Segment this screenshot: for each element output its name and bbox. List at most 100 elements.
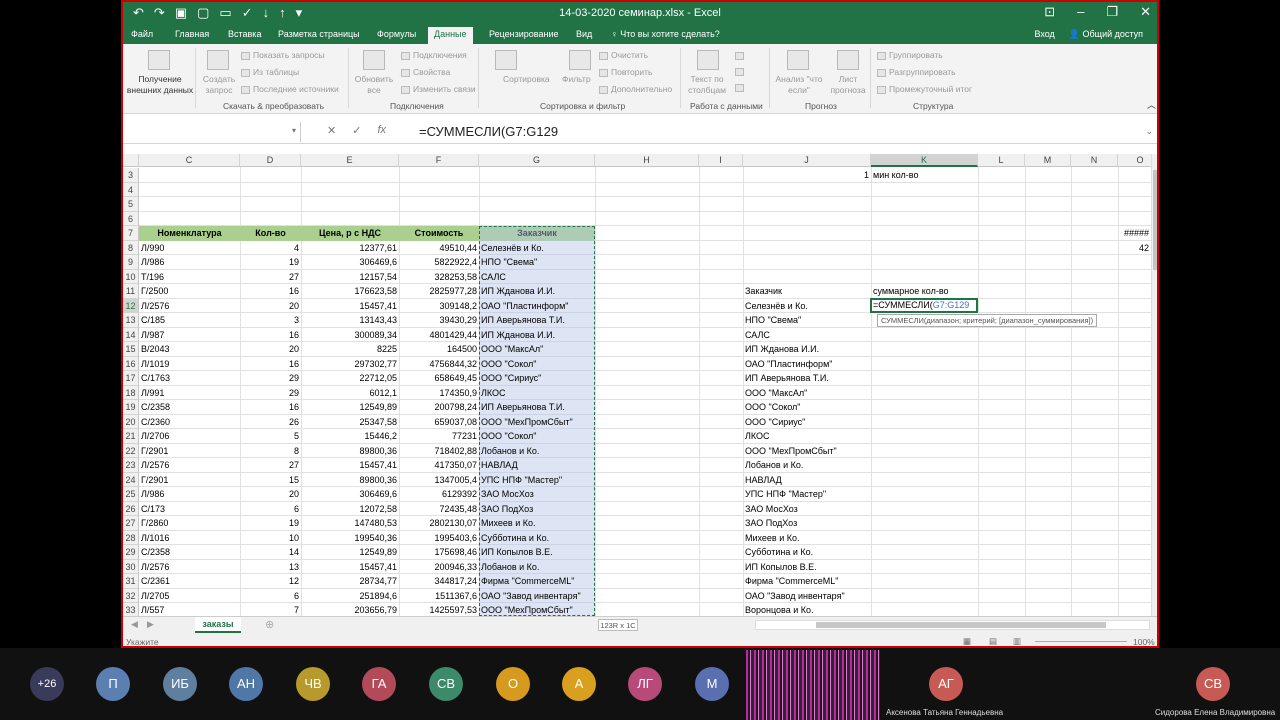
tab-view[interactable]: Вид [576,29,592,39]
cell-nomenclature[interactable]: Л/987 [139,328,240,343]
cell-nomenclature[interactable]: Л/2576 [139,560,240,575]
row-header-8[interactable]: 8 [123,240,139,255]
what-if-button[interactable]: Анализ "что если" [774,74,824,96]
customer-list-item[interactable]: ООО "МехПромСбыт" [743,444,871,459]
cell-nomenclature[interactable]: Г/2860 [139,516,240,531]
row-header-4[interactable]: 4 [123,182,139,197]
row-header-27[interactable]: 27 [123,516,139,531]
cell-quantity[interactable]: 6 [240,502,301,517]
advanced-button[interactable]: Дополнительно [599,84,672,94]
formula-input[interactable]: =СУММЕСЛИ(G7:G129 [419,124,558,139]
cell-nomenclature[interactable]: Л/1019 [139,357,240,372]
cell-nomenclature[interactable]: Л/991 [139,386,240,401]
customer-list-item[interactable]: ЛКОС [743,429,871,444]
cell-nomenclature[interactable]: Г/2901 [139,444,240,459]
customer-list-item[interactable]: ИП Копылов В.Е. [743,560,871,575]
connections-button[interactable]: Подключения [401,50,467,60]
cell-price[interactable]: 147480,53 [301,516,399,531]
refresh-all-button[interactable]: Обновить все [353,74,395,96]
cell-quantity[interactable]: 5 [240,429,301,444]
cell-price[interactable]: 12157,54 [301,270,399,285]
cell-nomenclature[interactable]: С/2358 [139,400,240,415]
cell-customer[interactable]: САЛС [479,270,595,285]
cell-nomenclature[interactable]: Л/2576 [139,299,240,314]
table-header-f[interactable]: Стоимость [399,226,479,241]
cell-customer[interactable]: ООО "МехПромСбыт" [479,603,595,616]
cell-o7[interactable]: ##### [1118,226,1151,241]
cell-price[interactable]: 15457,41 [301,299,399,314]
edit-links-button[interactable]: Изменить связи [401,84,476,94]
cell-quantity[interactable]: 16 [240,284,301,299]
participant-avatar[interactable]: СВ [429,667,463,701]
cell-price[interactable]: 15457,41 [301,560,399,575]
cell-price[interactable]: 300089,34 [301,328,399,343]
row-header-9[interactable]: 9 [123,255,139,270]
cell-customer[interactable]: ООО "Сокол" [479,357,595,372]
next-sheet-icon[interactable]: ▶ [147,619,154,630]
cell-cost[interactable]: 77231 [399,429,479,444]
cell-quantity[interactable]: 7 [240,603,301,616]
cell-cost[interactable]: 164500 [399,342,479,357]
cell-nomenclature[interactable]: В/2043 [139,342,240,357]
filter-button[interactable]: Фильтр [562,74,591,84]
cell-quantity[interactable]: 12 [240,574,301,589]
row-header-14[interactable]: 14 [123,327,139,342]
row-header-17[interactable]: 17 [123,371,139,386]
cell-cost[interactable]: 718402,88 [399,444,479,459]
new-sheet-icon[interactable]: ⊕ [265,618,274,631]
participant-avatar[interactable]: М [695,667,729,701]
cell-customer[interactable]: Михеев и Ко. [479,516,595,531]
cell-quantity[interactable]: 29 [240,386,301,401]
row-header-12[interactable]: 12 [123,298,139,313]
row-header-16[interactable]: 16 [123,356,139,371]
cell-price[interactable]: 199540,36 [301,531,399,546]
cell-price[interactable]: 13143,43 [301,313,399,328]
column-header-o[interactable]: O [1118,154,1151,167]
cell-cost[interactable]: 1511367,6 [399,589,479,604]
row-header-15[interactable]: 15 [123,342,139,357]
tell-me[interactable]: ♀ Что вы хотите сделать? [611,29,720,39]
cell-quantity[interactable]: 10 [240,531,301,546]
row-header-24[interactable]: 24 [123,472,139,487]
group-button[interactable]: Группировать [877,50,943,60]
cell-cost[interactable]: 200946,33 [399,560,479,575]
row-header-20[interactable]: 20 [123,414,139,429]
row-header-6[interactable]: 6 [123,211,139,226]
participant-avatar[interactable]: +26 [30,667,64,701]
cell-price[interactable]: 15446,2 [301,429,399,444]
cell-quantity[interactable]: 27 [240,270,301,285]
cell-k3[interactable]: мин кол-во [871,168,920,183]
cell-nomenclature[interactable]: Л/1016 [139,531,240,546]
close-icon[interactable]: ✕ [1140,4,1151,20]
prev-sheet-icon[interactable]: ◀ [131,619,138,630]
cell-nomenclature[interactable]: Л/2576 [139,458,240,473]
tab-home[interactable]: Главная [175,29,209,39]
cell-quantity[interactable]: 19 [240,516,301,531]
cell-customer[interactable]: ИП Жданова И.И. [479,328,595,343]
row-header-22[interactable]: 22 [123,443,139,458]
cell-nomenclature[interactable]: Т/196 [139,270,240,285]
customer-list-item[interactable]: ООО "МаксАл" [743,386,871,401]
row-header-26[interactable]: 26 [123,501,139,516]
cell-quantity[interactable]: 16 [240,400,301,415]
cell-nomenclature[interactable]: Г/2500 [139,284,240,299]
cell-customer[interactable]: Субботина и Ко. [479,531,595,546]
customer-list-item[interactable]: ООО "Сириус" [743,415,871,430]
normal-view-icon[interactable]: ▦ [963,636,971,646]
cell-price[interactable]: 25347,58 [301,415,399,430]
hscroll-thumb[interactable] [816,622,1106,628]
cell-customer[interactable]: Селезнёв и Ко. [479,241,595,256]
cell-customer[interactable]: Фирма "CommerceML" [479,574,595,589]
cell-quantity[interactable]: 16 [240,357,301,372]
column-header-l[interactable]: L [978,154,1025,167]
restore-icon[interactable]: ❐ [1106,4,1118,20]
row-header-29[interactable]: 29 [123,545,139,560]
ungroup-button[interactable]: Разгруппировать [877,67,956,77]
cell-price[interactable]: 89800,36 [301,473,399,488]
cell-cost[interactable]: 328253,58 [399,270,479,285]
column-header-n[interactable]: N [1071,154,1118,167]
name-box[interactable]: ▾ [125,122,301,142]
cell-customer[interactable]: ИП Жданова И.И. [479,284,595,299]
column-header-h[interactable]: H [595,154,699,167]
cell-customer[interactable]: НАВЛАД [479,458,595,473]
